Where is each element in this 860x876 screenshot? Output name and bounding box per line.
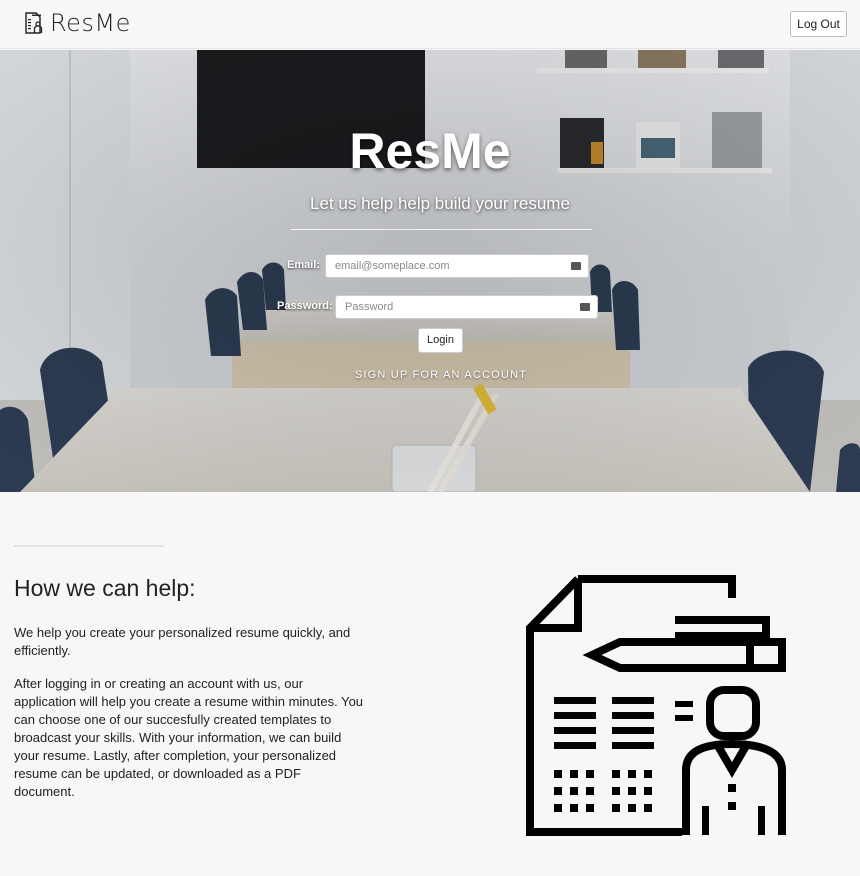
hero-subtitle: Let us help help build your resume — [310, 194, 570, 213]
details-paragraph: After logging in or creating an account … — [14, 676, 364, 799]
intro-paragraph: We help you create your personalized res… — [14, 625, 351, 658]
brand-name: ResMe — [50, 9, 131, 37]
password-manager-key-icon[interactable] — [580, 298, 590, 311]
brand-link[interactable]: ResMe — [24, 10, 131, 36]
hero-title: ResMe — [349, 123, 511, 179]
top-navbar: ResMe Log Out — [0, 0, 860, 49]
password-manager-key-icon[interactable] — [571, 257, 581, 270]
password-input[interactable] — [335, 295, 598, 319]
log-out-button[interactable]: Log Out — [790, 11, 847, 37]
hero-divider — [291, 229, 592, 230]
login-button[interactable]: Login — [418, 328, 463, 353]
password-label: Password: — [277, 300, 333, 312]
hero-banner: ResMe Let us help help build your resume… — [0, 50, 860, 492]
email-input[interactable] — [325, 254, 589, 278]
sign-up-link[interactable]: SIGN UP FOR AN ACCOUNT — [0, 369, 860, 381]
email-label: Email: — [287, 259, 321, 271]
section-divider — [14, 545, 164, 547]
resume-document-person-icon — [526, 575, 786, 836]
section-title: How we can help: — [14, 575, 196, 601]
resume-logo-icon — [25, 12, 43, 34]
